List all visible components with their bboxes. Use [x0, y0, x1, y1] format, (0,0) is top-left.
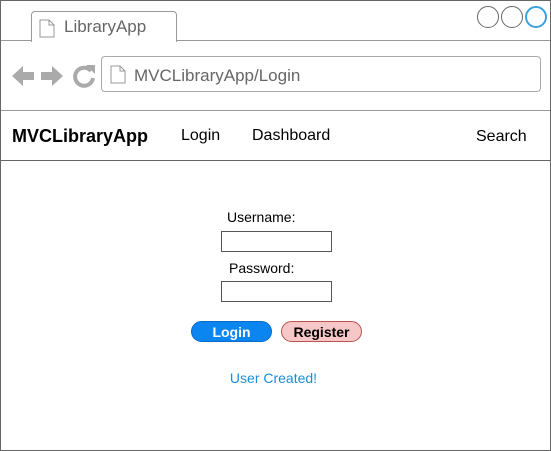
back-arrow-icon[interactable]	[12, 66, 34, 86]
page-icon	[110, 65, 126, 89]
tab-strip: LibraryApp	[1, 1, 550, 42]
reload-icon[interactable]	[73, 65, 95, 88]
password-label: Password:	[229, 260, 295, 276]
minimize-button[interactable]	[477, 6, 499, 28]
register-button[interactable]: Register	[281, 321, 362, 342]
navigation-controls	[11, 63, 97, 89]
password-input[interactable]	[221, 281, 332, 302]
username-input[interactable]	[221, 231, 332, 252]
url-text: MVCLibraryApp/Login	[134, 66, 301, 85]
maximize-button[interactable]	[501, 6, 523, 28]
address-bar[interactable]: MVCLibraryApp/Login	[101, 56, 541, 92]
address-row: MVCLibraryApp/Login	[1, 42, 550, 111]
close-button[interactable]	[525, 6, 547, 28]
window-controls	[477, 6, 547, 28]
username-label: Username:	[227, 209, 296, 225]
login-button[interactable]: Login	[191, 321, 272, 342]
brand-title[interactable]: MVCLibraryApp	[12, 126, 148, 147]
app-navbar: MVCLibraryApp Login Dashboard Search	[1, 112, 550, 161]
nav-link-dashboard[interactable]: Dashboard	[252, 127, 330, 145]
nav-link-login[interactable]: Login	[181, 127, 220, 145]
forward-arrow-icon[interactable]	[41, 66, 63, 86]
status-message: User Created!	[229, 370, 318, 386]
nav-link-search[interactable]: Search	[476, 128, 527, 146]
browser-tab[interactable]: LibraryApp	[31, 11, 177, 42]
browser-window: LibraryApp MVCLibraryApp/Login MVCLibrar…	[0, 0, 551, 451]
tab-title: LibraryApp	[64, 17, 147, 36]
page-icon	[39, 19, 55, 43]
